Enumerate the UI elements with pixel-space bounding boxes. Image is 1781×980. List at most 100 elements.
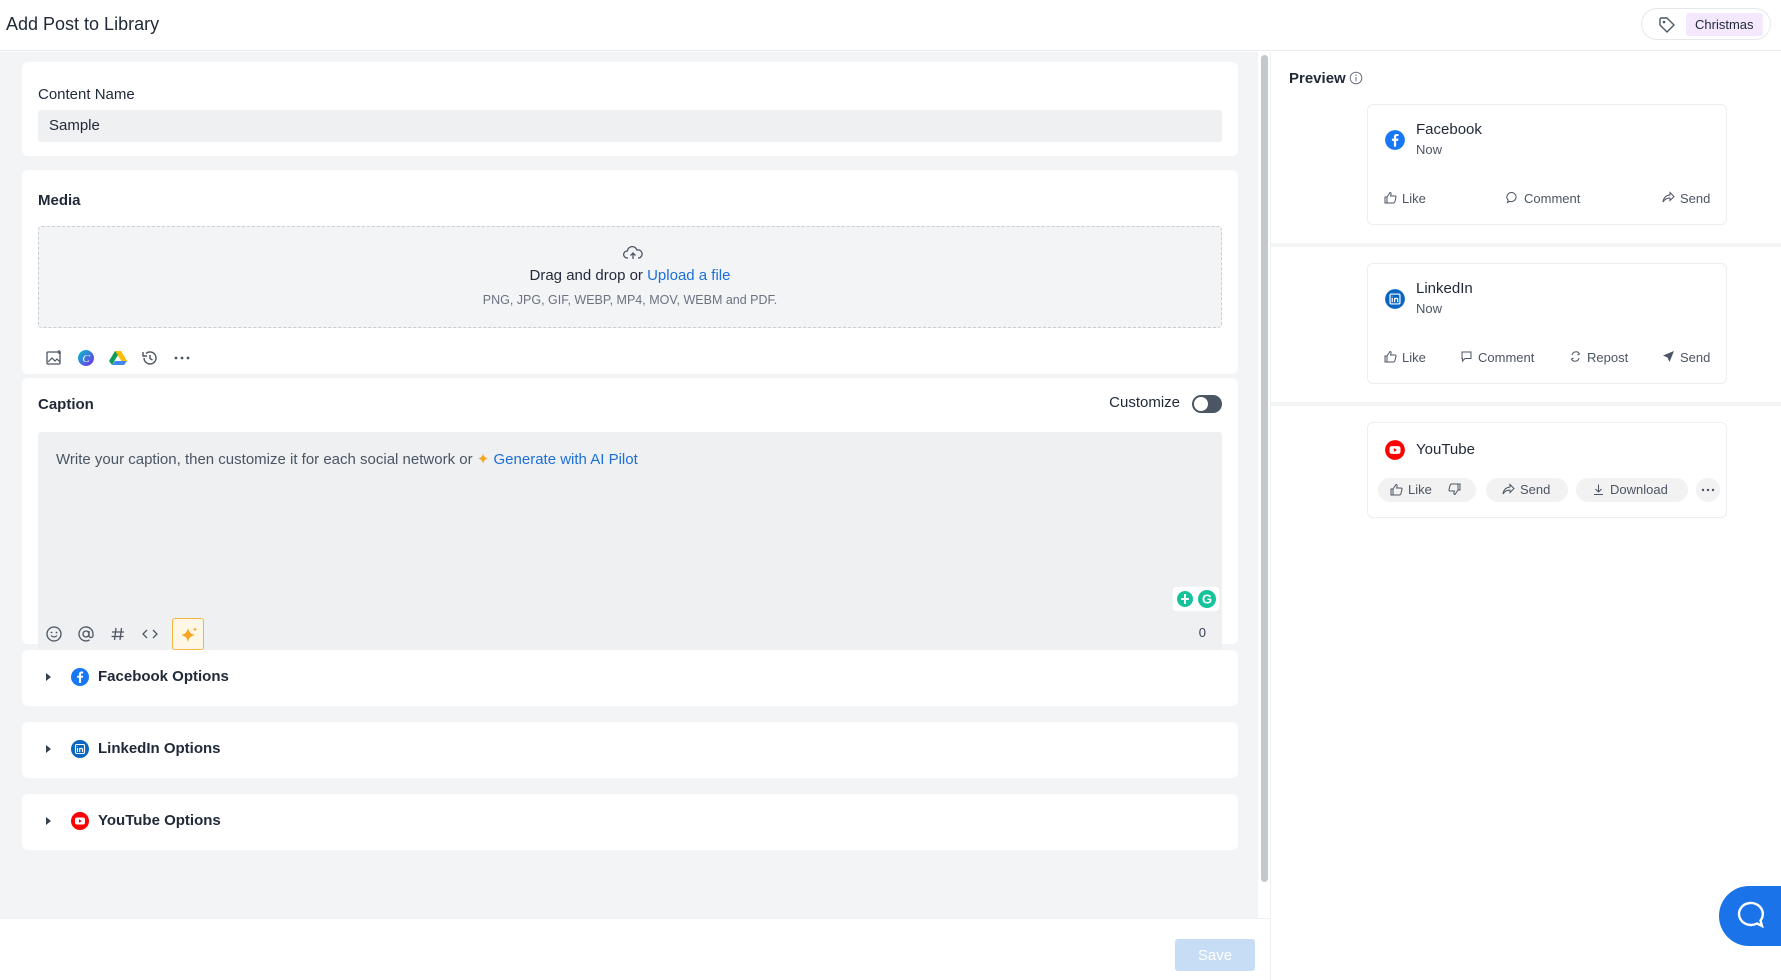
media-card: Media Drag and drop or Upload a file PNG… xyxy=(22,170,1238,374)
share-icon xyxy=(1662,191,1675,203)
preview-divider xyxy=(1271,402,1781,406)
youtube-send-pill[interactable]: Send xyxy=(1486,478,1568,502)
youtube-more-button[interactable] xyxy=(1696,478,1720,502)
caption-body: Write your caption, then customize it fo… xyxy=(22,378,1238,664)
youtube-send-label: Send xyxy=(1520,482,1551,497)
linkedin-like[interactable]: Like xyxy=(1384,350,1426,365)
send-icon xyxy=(1663,351,1674,362)
sparkle-icon: ✦ xyxy=(476,451,490,468)
youtube-icon xyxy=(71,812,89,830)
media-dropzone[interactable]: Drag and drop or Upload a file PNG, JPG,… xyxy=(38,226,1222,328)
youtube-download-pill[interactable]: Download xyxy=(1576,478,1688,502)
facebook-time: Now xyxy=(1416,142,1443,157)
linkedin-like-label: Like xyxy=(1402,350,1426,365)
history-icon[interactable] xyxy=(140,348,160,368)
canva-icon[interactable]: C xyxy=(76,348,96,368)
thumbs-up-icon xyxy=(1384,191,1397,204)
thumbs-up-icon xyxy=(1390,483,1403,496)
youtube-options[interactable]: YouTube Options xyxy=(22,794,1238,850)
facebook-send[interactable]: Send xyxy=(1662,191,1710,206)
linkedin-repost[interactable]: Repost xyxy=(1569,350,1628,365)
linkedin-options[interactable]: LinkedIn Options xyxy=(22,722,1238,778)
linkedin-time: Now xyxy=(1416,301,1443,316)
linkedin-send[interactable]: Send xyxy=(1662,350,1710,365)
download-icon xyxy=(1594,484,1603,495)
comment-icon xyxy=(1506,191,1517,204)
code-icon[interactable] xyxy=(140,624,160,644)
supported-formats: PNG, JPG, GIF, WEBP, MP4, MOV, WEBM and … xyxy=(482,293,778,307)
top-bar: Add Post to Library Christmas xyxy=(0,0,1781,51)
facebook-comment[interactable]: Comment xyxy=(1506,191,1580,206)
youtube-like-pill[interactable]: Like xyxy=(1378,478,1476,502)
youtube-options-label: YouTube Options xyxy=(98,812,221,829)
caption-placeholder: Write your caption, then customize it fo… xyxy=(56,451,473,468)
facebook-send-label: Send xyxy=(1680,191,1711,206)
like-hand-icon xyxy=(1384,350,1397,363)
youtube-name: YouTube xyxy=(1416,441,1475,458)
cloud-upload-icon xyxy=(623,245,643,259)
page-title: Add Post to Library xyxy=(6,14,160,34)
footer-bar: Save xyxy=(0,918,1270,980)
linkedin-repost-label: Repost xyxy=(1587,350,1629,365)
expand-caret-icon xyxy=(46,817,51,825)
editor-scrollbar[interactable] xyxy=(1261,55,1268,882)
ai-assist-button[interactable] xyxy=(172,618,204,650)
facebook-icon xyxy=(71,668,89,686)
facebook-name: Facebook xyxy=(1416,121,1482,138)
facebook-preview-card: Facebook Now Like Comment Send xyxy=(1367,104,1727,225)
save-button[interactable]: Save xyxy=(1175,939,1255,971)
facebook-options[interactable]: Facebook Options xyxy=(22,650,1238,706)
content-name-card: Content Name Sample xyxy=(22,62,1238,156)
character-count: 0 xyxy=(1198,625,1206,640)
tag-selector[interactable]: Christmas xyxy=(1641,8,1771,40)
share-icon xyxy=(1502,483,1515,495)
help-chat-button[interactable] xyxy=(1719,886,1781,946)
facebook-like[interactable]: Like xyxy=(1384,191,1426,206)
content-name-label: Content Name xyxy=(38,86,135,103)
facebook-comment-label: Comment xyxy=(1524,191,1581,206)
tag-badge: Christmas xyxy=(1686,13,1763,36)
repost-icon xyxy=(1570,351,1581,362)
editor-panel: Content Name Sample Media Drag and drop … xyxy=(0,52,1258,918)
linkedin-icon xyxy=(71,740,89,758)
linkedin-comment[interactable]: Comment xyxy=(1460,350,1534,365)
upload-file-link[interactable]: Upload a file xyxy=(647,267,730,284)
drag-drop-text: Drag and drop or xyxy=(529,267,643,284)
linkedin-comment-label: Comment xyxy=(1478,350,1535,365)
facebook-options-label: Facebook Options xyxy=(98,668,229,685)
linkedin-preview-card: LinkedIn Now Like Comment Repost Send xyxy=(1367,263,1727,384)
facebook-like-label: Like xyxy=(1402,191,1426,206)
youtube-preview-card: YouTube Like Send Download xyxy=(1367,422,1727,518)
ai-sparkle-icon xyxy=(181,627,197,642)
youtube-download-label: Download xyxy=(1610,482,1668,497)
expand-caret-icon xyxy=(46,673,51,681)
linkedin-name: LinkedIn xyxy=(1416,280,1473,297)
svg-text:G: G xyxy=(1202,592,1212,607)
grammarly-icon[interactable]: G xyxy=(1172,586,1220,612)
generate-ai-link[interactable]: Generate with AI Pilot xyxy=(494,451,638,468)
image-icon[interactable] xyxy=(44,348,64,368)
preview-panel: Preview Facebook Now Like Comment Send L… xyxy=(1270,52,1781,980)
mention-icon[interactable] xyxy=(76,624,96,644)
more-icon[interactable] xyxy=(172,348,192,368)
expand-caret-icon xyxy=(46,745,51,753)
youtube-like-label: Like xyxy=(1408,482,1432,497)
comment-icon xyxy=(1461,351,1472,363)
youtube-icon xyxy=(1385,440,1405,460)
emoji-icon[interactable] xyxy=(44,624,64,644)
linkedin-icon xyxy=(1385,289,1405,309)
linkedin-options-label: LinkedIn Options xyxy=(98,740,221,757)
google-drive-icon[interactable] xyxy=(108,348,128,368)
thumbs-down-icon[interactable] xyxy=(1448,483,1461,496)
facebook-icon xyxy=(1385,130,1405,150)
hashtag-icon[interactable] xyxy=(108,624,128,644)
chat-icon xyxy=(1737,901,1765,929)
caption-textarea[interactable]: Write your caption, then customize it fo… xyxy=(38,432,1222,664)
svg-text:C: C xyxy=(82,353,90,365)
tag-icon xyxy=(1659,17,1675,33)
linkedin-send-label: Send xyxy=(1680,350,1711,365)
media-label: Media xyxy=(38,192,81,209)
info-icon[interactable] xyxy=(1349,71,1363,85)
content-name-input[interactable]: Sample xyxy=(38,110,1222,142)
preview-divider xyxy=(1271,243,1781,247)
